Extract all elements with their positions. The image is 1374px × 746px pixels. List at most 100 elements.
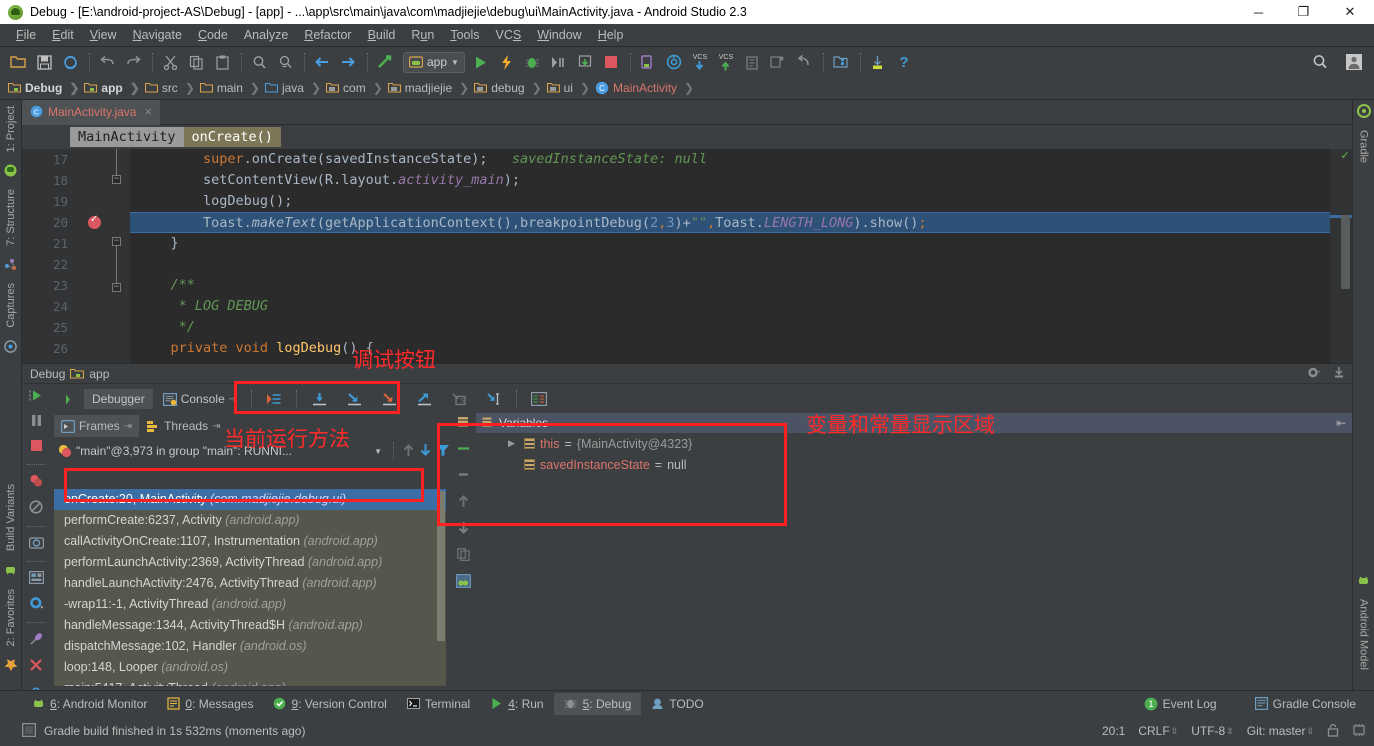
bottom-tab-run[interactable]: 4: Run: [480, 693, 553, 715]
restore-layout-icon[interactable]: [52, 390, 82, 409]
sync-project-icon[interactable]: [58, 50, 82, 74]
menu-edit[interactable]: Edit: [44, 24, 82, 47]
tab-threads[interactable]: Threads ⇥: [139, 415, 227, 437]
settings-gear-icon[interactable]: [1307, 366, 1322, 382]
frame-item[interactable]: handleLaunchActivity:2476, ActivityThrea…: [54, 573, 446, 594]
menu-file[interactable]: File: [8, 24, 44, 47]
run-button-icon[interactable]: [469, 50, 493, 74]
breadcrumb-item-mainactivity[interactable]: C MainActivity ❯: [595, 81, 699, 95]
vcs-commit-icon[interactable]: VCS: [714, 50, 738, 74]
avd-manager-icon[interactable]: [636, 50, 660, 74]
move-down-icon[interactable]: [419, 443, 432, 460]
line-separator[interactable]: CRLF ⇳: [1138, 724, 1178, 738]
variables-tree[interactable]: ▶ this = {MainActivity@4323} savedInstan…: [476, 433, 1352, 690]
settings-icon[interactable]: [29, 596, 44, 613]
run-configuration-selector[interactable]: app ▼: [403, 51, 465, 73]
run-to-cursor-icon[interactable]: [573, 50, 597, 74]
help-icon[interactable]: ?: [892, 50, 916, 74]
bottom-tab-todo[interactable]: TODO: [641, 693, 713, 715]
back-icon[interactable]: [310, 50, 334, 74]
cut-icon[interactable]: [158, 50, 182, 74]
sidebar-item-favorites[interactable]: 2: Favorites: [5, 583, 17, 652]
sidebar-item-captures[interactable]: Captures: [5, 277, 17, 334]
context-method-chip[interactable]: onCreate(): [183, 127, 281, 147]
layout-inspector-icon[interactable]: [28, 571, 44, 587]
editor-scrollbar-thumb[interactable]: [1341, 215, 1350, 289]
copy-icon[interactable]: [184, 50, 208, 74]
chevron-down-icon[interactable]: ▼: [374, 447, 382, 456]
frames-scrollbar-thumb[interactable]: [437, 491, 445, 641]
breadcrumb-item-main[interactable]: main ❯: [199, 81, 265, 95]
code-editor[interactable]: − − − 17 18 19 20 21 22 23 24 25 26 supe…: [22, 149, 1352, 363]
pin-icon[interactable]: ⇥: [229, 394, 237, 405]
bottom-tab-event-log[interactable]: 1 Event Log: [1134, 693, 1227, 715]
collapse-panel-icon[interactable]: ⇤: [1336, 416, 1346, 430]
apply-changes-icon[interactable]: [495, 50, 519, 74]
breadcrumb-item-madjiejie[interactable]: madjiejie ❯: [387, 81, 474, 95]
frame-item-selected[interactable]: onCreate:20, MainActivity (com.madjiejie…: [54, 489, 446, 510]
tab-frames[interactable]: Frames ⇥: [54, 415, 140, 437]
breadcrumb-item-app[interactable]: app ❯: [84, 81, 144, 95]
redo-icon[interactable]: [121, 50, 145, 74]
vcs-history-icon[interactable]: [740, 50, 764, 74]
watches-icon[interactable]: [457, 416, 470, 432]
attach-debugger-icon[interactable]: [547, 50, 571, 74]
menu-vcs[interactable]: VCS: [488, 24, 530, 47]
menu-navigate[interactable]: Navigate: [125, 24, 190, 47]
move-up-icon[interactable]: [402, 443, 415, 460]
file-encoding[interactable]: UTF-8 ⇳: [1191, 724, 1234, 738]
pin-icon[interactable]: ⇥: [124, 421, 132, 432]
view-breakpoints-icon[interactable]: [29, 474, 44, 491]
close-tab-icon[interactable]: [29, 658, 43, 675]
move-watch-down-icon[interactable]: [457, 521, 470, 538]
step-out-icon[interactable]: [408, 389, 441, 410]
tab-debugger[interactable]: Debugger: [84, 389, 153, 409]
git-branch[interactable]: Git: master ⇳: [1247, 724, 1314, 738]
breakpoint-icon[interactable]: [88, 214, 101, 229]
sidebar-item-build-variants[interactable]: Build Variants: [5, 478, 17, 557]
add-watch-icon[interactable]: [457, 442, 470, 458]
close-icon[interactable]: ×: [144, 104, 152, 119]
frame-item[interactable]: loop:148, Looper (android.os): [54, 657, 446, 678]
menu-help[interactable]: Help: [590, 24, 632, 47]
forward-icon[interactable]: [336, 50, 360, 74]
tab-console[interactable]: Console ⇥: [155, 389, 245, 409]
revert-icon[interactable]: [792, 50, 816, 74]
filter-frames-icon[interactable]: [436, 443, 450, 460]
menu-refactor[interactable]: Refactor: [296, 24, 359, 47]
menu-window[interactable]: Window: [529, 24, 589, 47]
breadcrumb-item-ui[interactable]: ui ❯: [546, 81, 595, 95]
force-step-into-icon[interactable]: [373, 389, 406, 410]
resume-program-icon[interactable]: [28, 389, 44, 405]
move-watch-up-icon[interactable]: [457, 494, 470, 511]
paste-icon[interactable]: [210, 50, 234, 74]
frames-list[interactable]: onCreate:20, MainActivity (com.madjiejie…: [54, 489, 446, 686]
avd-device-icon[interactable]: [866, 50, 890, 74]
menu-code[interactable]: Code: [190, 24, 236, 47]
breadcrumb-item-src[interactable]: src ❯: [144, 81, 200, 95]
open-project-icon[interactable]: [6, 50, 30, 74]
editor-tab-mainactivity[interactable]: C MainActivity.java ×: [22, 100, 161, 125]
screenshot-icon[interactable]: [28, 536, 44, 552]
step-into-icon[interactable]: [338, 389, 371, 410]
minimize-button[interactable]: ─: [1236, 0, 1281, 24]
close-button[interactable]: ✕: [1326, 0, 1374, 24]
bottom-tab-terminal[interactable]: Terminal: [397, 693, 480, 715]
inspect-image-icon[interactable]: [455, 574, 471, 591]
lock-icon[interactable]: [1327, 723, 1339, 740]
bottom-tab-version-control[interactable]: 9: Version Control: [263, 693, 396, 715]
user-avatar-icon[interactable]: [1342, 50, 1366, 74]
copy-value-icon[interactable]: [456, 548, 470, 564]
pin-icon[interactable]: ⇥: [212, 421, 220, 432]
pin-tab-icon[interactable]: [29, 632, 44, 649]
replace-icon[interactable]: [273, 50, 297, 74]
remove-watch-icon[interactable]: [457, 468, 470, 484]
breadcrumb-item-com[interactable]: com ❯: [326, 81, 388, 95]
vcs-update-icon[interactable]: VCS: [688, 50, 712, 74]
bottom-tab-gradle-console[interactable]: Gradle Console: [1245, 693, 1366, 715]
save-all-icon[interactable]: [32, 50, 56, 74]
stop-button-icon[interactable]: [599, 50, 623, 74]
step-over-icon[interactable]: [303, 389, 336, 410]
find-icon[interactable]: [247, 50, 271, 74]
breadcrumb-item-java[interactable]: java ❯: [264, 81, 326, 95]
